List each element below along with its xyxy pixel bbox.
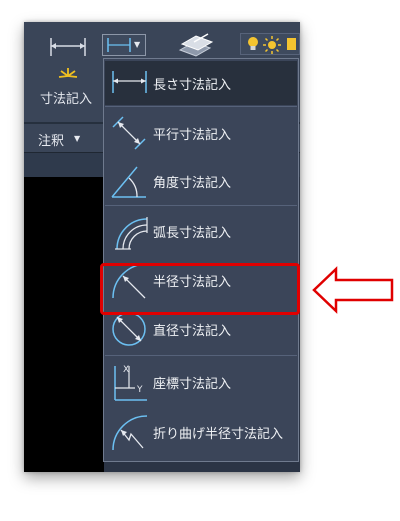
sun-icon	[263, 36, 281, 54]
dimension-type-dropdown[interactable]: ▼	[102, 34, 146, 56]
menu-item-label: 平行寸法記入	[153, 128, 232, 143]
dimension-icon	[50, 38, 86, 78]
menu-item-jogged-radius-dimension[interactable]: 折り曲げ半径寸法記入	[105, 410, 297, 454]
screenshot-stage: 寸法記入 ▼ 注釈 ▼ 長さ寸法記入 平行寸法記入 角度寸法記入 弧長寸法記入 …	[0, 0, 400, 521]
aligned-dimension-icon	[112, 116, 146, 150]
menu-item-ordinate-dimension[interactable]: X Y 座標寸法記入	[105, 360, 297, 404]
menu-item-label: 折り曲げ半径寸法記入	[153, 427, 284, 442]
highlight-box	[100, 263, 300, 315]
diameter-dimension-icon	[112, 312, 146, 346]
drawing-canvas[interactable]	[24, 177, 104, 472]
chevron-down-icon: ▼	[134, 40, 141, 49]
dimension-type-menu: 長さ寸法記入 平行寸法記入 角度寸法記入 弧長寸法記入 半径寸法記入 直径寸法記…	[103, 58, 299, 462]
dimension-button[interactable]: 寸法記入	[36, 32, 100, 116]
arc-length-dimension-icon	[115, 217, 148, 250]
menu-item-label: 弧長寸法記入	[153, 226, 232, 241]
layer-color-icon	[287, 38, 296, 50]
menu-item-label: 直径寸法記入	[153, 324, 232, 339]
chevron-down-icon[interactable]: ▼	[74, 134, 80, 143]
menu-item-linear-dimension[interactable]: 長さ寸法記入	[105, 61, 297, 105]
linear-dimension-icon	[112, 71, 147, 93]
app-window: 寸法記入 ▼ 注釈 ▼ 長さ寸法記入 平行寸法記入 角度寸法記入 弧長寸法記入 …	[24, 22, 300, 472]
svg-text:X: X	[123, 365, 129, 375]
layer-state-controls[interactable]	[240, 33, 300, 55]
annotation-panel-label[interactable]: 注釈	[38, 130, 64, 149]
jogged-radius-dimension-icon	[112, 415, 148, 451]
ordinate-dimension-icon: X Y	[114, 365, 147, 401]
angular-dimension-icon	[111, 166, 146, 198]
menu-item-aligned-dimension[interactable]: 平行寸法記入	[105, 111, 297, 155]
menu-item-arc-length-dimension[interactable]: 弧長寸法記入	[105, 209, 297, 253]
menu-item-label: 座標寸法記入	[153, 377, 232, 392]
dimension-button-label: 寸法記入	[40, 92, 93, 107]
pointer-arrow-icon	[312, 266, 394, 314]
svg-text:Y: Y	[136, 385, 143, 395]
linear-dimension-small-icon	[107, 38, 131, 52]
menu-item-angular-dimension[interactable]: 角度寸法記入	[105, 159, 297, 203]
lightbulb-icon	[248, 37, 258, 50]
menu-item-label: 角度寸法記入	[153, 176, 232, 191]
menu-item-label: 長さ寸法記入	[153, 78, 232, 93]
